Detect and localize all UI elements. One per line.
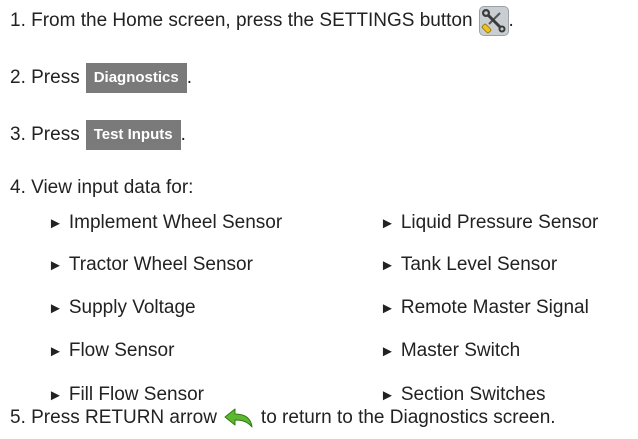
list-item: ► Implement Wheel Sensor [48, 210, 282, 236]
input-label: Supply Voltage [68, 297, 196, 318]
step-1: 1. From the Home screen, press the SETTI… [10, 6, 514, 36]
bullet-arrow-icon: ► [48, 343, 63, 360]
diagnostics-button[interactable]: Diagnostics [85, 63, 187, 93]
step-4: 4. View input data for: [10, 173, 193, 203]
bullet-arrow-icon: ► [380, 300, 395, 317]
bullet-arrow-icon: ► [48, 257, 63, 274]
step-4-text: 4. View input data for: [10, 177, 194, 198]
step-2: 2. Press Diagnostics . [10, 63, 192, 93]
input-label: Master Switch [400, 340, 521, 361]
bullet-arrow-icon: ► [380, 215, 395, 232]
step-1-text: 1. From the Home screen, press the SETTI… [10, 10, 473, 31]
bullet-arrow-icon: ► [380, 343, 395, 360]
list-item: ► Master Switch [380, 338, 520, 364]
step-3: 3. Press Test Inputs . [10, 120, 186, 150]
bullet-arrow-icon: ► [380, 257, 395, 274]
return-arrow-icon [223, 407, 255, 429]
input-label: Flow Sensor [68, 340, 175, 361]
step-2-punctuation: . [186, 67, 193, 88]
settings-tools-icon [478, 6, 509, 36]
input-label: Tank Level Sensor [400, 254, 558, 275]
step-5-tail: to return to the Diagnostics screen. [260, 407, 556, 428]
list-item: ► Supply Voltage [48, 295, 196, 321]
instruction-document: 1. From the Home screen, press the SETTI… [0, 0, 638, 438]
input-label: Remote Master Signal [400, 297, 589, 318]
list-item: ► Tank Level Sensor [380, 252, 557, 278]
step-3-text: 3. Press [10, 124, 80, 145]
input-label: Section Switches [400, 384, 546, 405]
bullet-arrow-icon: ► [48, 215, 63, 232]
test-inputs-button[interactable]: Test Inputs [85, 120, 181, 150]
bullet-arrow-icon: ► [48, 300, 63, 317]
list-item: ► Flow Sensor [48, 338, 174, 364]
step-1-punctuation: . [508, 10, 514, 31]
step-5-text: 5. Press RETURN arrow [10, 407, 217, 428]
step-3-punctuation: . [180, 124, 186, 145]
input-label: Implement Wheel Sensor [68, 212, 283, 233]
list-item: ► Liquid Pressure Sensor [380, 210, 598, 236]
step-2-text: 2. Press [10, 67, 80, 88]
list-item: ► Tractor Wheel Sensor [48, 252, 253, 278]
input-label: Tractor Wheel Sensor [68, 254, 253, 275]
list-item: ► Remote Master Signal [380, 295, 589, 321]
input-data-list: ► Implement Wheel Sensor ► Tractor Wheel S… [0, 210, 638, 405]
input-label: Fill Flow Sensor [68, 384, 205, 405]
step-5: 5. Press RETURN arrow to return to the D… [10, 403, 556, 433]
input-label: Liquid Pressure Sensor [400, 212, 599, 233]
